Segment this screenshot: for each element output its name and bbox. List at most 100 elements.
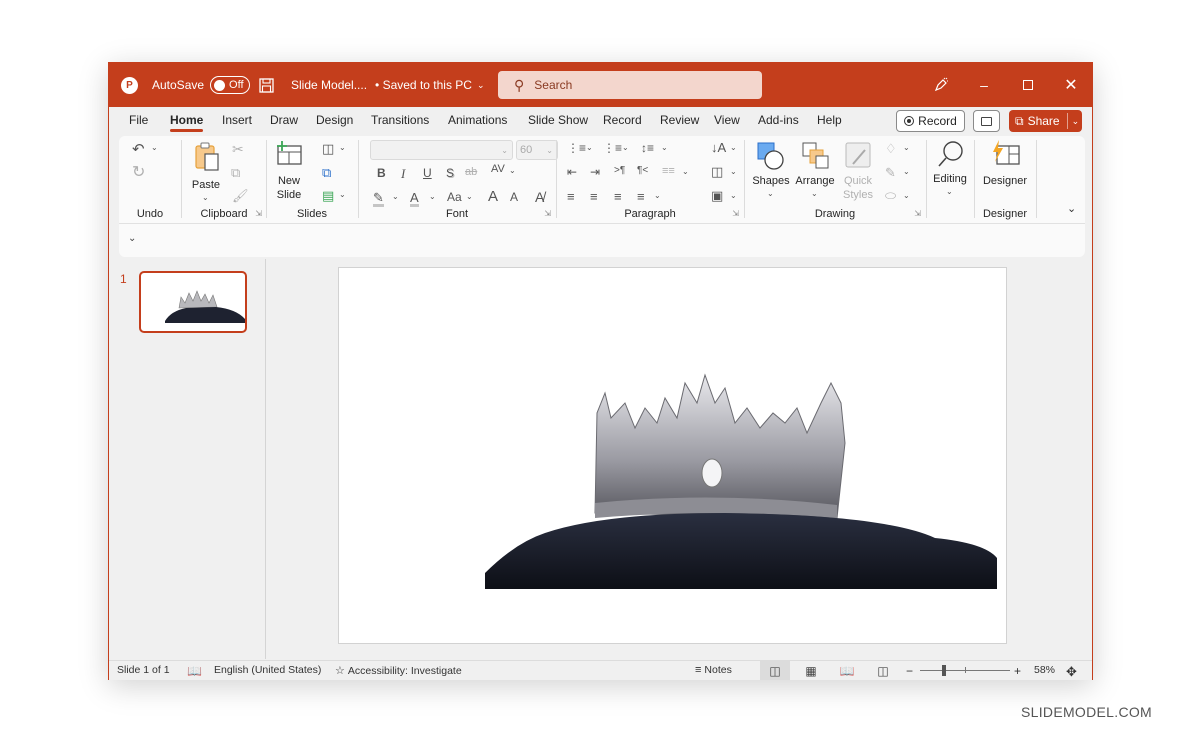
increase-indent-icon[interactable]: ⇥ (590, 166, 600, 178)
chevron-down-icon[interactable]: ⌄ (151, 144, 158, 152)
paste-button[interactable]: Paste ⌄ (188, 140, 224, 202)
columns-icon[interactable]: ≡≡ (662, 166, 675, 177)
reading-view-button[interactable]: 📖 (832, 661, 862, 680)
text-direction-icon[interactable]: ↓A (711, 141, 726, 154)
font-color-icon[interactable]: A (410, 191, 419, 207)
editing-button[interactable]: Editing ⌄ (929, 140, 971, 204)
tab-view[interactable]: View (714, 113, 740, 127)
dialog-launcher-icon[interactable]: ⇲ (732, 209, 739, 218)
chevron-down-icon[interactable]: ⌄ (339, 191, 346, 199)
align-left-icon[interactable]: ≡ (567, 190, 575, 203)
font-size-select[interactable]: 60 ⌄ (516, 140, 558, 160)
slideshow-button[interactable]: ◫ (868, 661, 898, 680)
zoom-level[interactable]: 58% (1034, 664, 1055, 676)
align-text-icon[interactable]: ◫ (711, 165, 723, 178)
numbering-icon[interactable]: ⋮≡ (603, 142, 622, 154)
shape-outline-icon[interactable]: ✎ (885, 166, 896, 179)
align-center-icon[interactable]: ≡ (590, 190, 598, 203)
shrink-font-button[interactable]: A (510, 191, 518, 203)
spellcheck-icon[interactable]: 📖 (187, 664, 202, 678)
chevron-down-icon[interactable]: ⌄ (682, 168, 689, 176)
dialog-launcher-icon[interactable]: ⇲ (914, 209, 921, 218)
comments-button[interactable] (973, 110, 1000, 132)
italic-button[interactable]: I (401, 167, 405, 180)
reset-icon[interactable]: ⧉ (322, 166, 331, 179)
tab-review[interactable]: Review (660, 113, 699, 127)
pane-divider[interactable] (265, 259, 266, 659)
chevron-down-icon[interactable]: ⌄ (622, 144, 629, 152)
chevron-down-icon[interactable]: ⌄ (466, 193, 473, 201)
character-spacing-button[interactable]: AV (491, 164, 505, 175)
zoom-out-button[interactable]: − (906, 664, 913, 678)
shadow-button[interactable]: S (446, 167, 454, 179)
autosave-control[interactable]: AutoSave Off (152, 63, 251, 107)
fit-to-window-icon[interactable]: ✥ (1066, 664, 1077, 680)
accessibility-status[interactable]: ☆ Accessibility: Investigate (335, 664, 462, 678)
tab-add-ins[interactable]: Add-ins (758, 113, 799, 127)
maximize-button[interactable] (1006, 63, 1050, 107)
redo-icon[interactable]: ↻ (132, 165, 145, 181)
tab-animations[interactable]: Animations (448, 113, 507, 127)
close-button[interactable]: ✕ (1049, 63, 1093, 107)
language-status[interactable]: English (United States) (214, 664, 321, 676)
tab-design[interactable]: Design (316, 113, 353, 127)
bullets-icon[interactable]: ⋮≡ (567, 142, 586, 154)
section-icon[interactable]: ▤ (322, 189, 334, 202)
align-right-icon[interactable]: ≡ (614, 190, 622, 203)
clear-formatting-icon[interactable]: A̸ (535, 190, 544, 204)
notes-button[interactable]: ≡ Notes (695, 664, 732, 676)
grow-font-button[interactable]: A (488, 189, 498, 204)
record-button[interactable]: Record (896, 110, 965, 132)
bold-button[interactable]: B (377, 167, 386, 179)
document-title[interactable]: Slide Model.... • Saved to this PC ⌄ (291, 63, 485, 107)
chevron-down-icon[interactable]: ⌄ (730, 168, 737, 176)
font-name-select[interactable]: ⌄ (370, 140, 513, 160)
slide-thumbnail[interactable] (139, 271, 247, 333)
slide-sorter-button[interactable]: ▦ (796, 661, 826, 680)
underline-button[interactable]: U (423, 167, 432, 179)
chevron-down-icon[interactable]: ⌄ (661, 144, 668, 152)
share-button[interactable]: ⧉ Share ⌄ (1009, 110, 1082, 132)
search-box[interactable]: ⚲ Search (498, 71, 762, 99)
layout-icon[interactable]: ◫ (322, 142, 334, 155)
chevron-down-icon[interactable]: ⌄ (654, 192, 661, 200)
chevron-down-icon[interactable]: ⌄ (392, 193, 399, 201)
slide-canvas[interactable] (338, 267, 1007, 644)
decrease-indent-icon[interactable]: ⇤ (567, 166, 577, 178)
slide-counter[interactable]: Slide 1 of 1 (117, 664, 170, 676)
chevron-down-icon[interactable]: ⌄ (730, 192, 737, 200)
dialog-launcher-icon[interactable]: ⇲ (544, 209, 551, 218)
designer-button[interactable]: Designer (979, 140, 1031, 190)
format-painter-icon[interactable]: 🖌 (232, 189, 249, 202)
chevron-down-icon[interactable]: ⌄ (903, 192, 910, 200)
chevron-down-icon[interactable]: ⌄ (1072, 116, 1080, 127)
tab-insert[interactable]: Insert (222, 113, 252, 127)
minimize-button[interactable]: – (962, 63, 1006, 107)
chevron-down-icon[interactable]: ⌄ (903, 144, 910, 152)
zoom-in-button[interactable]: + (1014, 664, 1021, 678)
new-slide-button[interactable]: New Slide (271, 140, 307, 204)
tab-draw[interactable]: Draw (270, 113, 298, 127)
undo-icon[interactable]: ↶ (132, 142, 145, 157)
customize-toolbar-icon[interactable]: ⌄ (128, 233, 136, 244)
quick-styles-button[interactable]: Quick Styles (839, 140, 877, 204)
zoom-slider[interactable] (920, 665, 1010, 676)
arrange-button[interactable]: Arrange ⌄ (794, 140, 836, 204)
smartart-icon[interactable]: ▣ (711, 189, 723, 202)
chevron-down-icon[interactable]: ⌄ (586, 144, 593, 152)
save-icon[interactable] (259, 63, 274, 107)
rtl-icon[interactable]: ¶< (637, 166, 648, 176)
shape-fill-icon[interactable]: ♢ (885, 142, 897, 155)
zoom-slider-thumb[interactable] (942, 665, 946, 676)
strikethrough-button[interactable]: ab (465, 167, 477, 178)
chevron-down-icon[interactable]: ⌄ (429, 193, 436, 201)
tab-file[interactable]: File (129, 113, 148, 127)
chevron-down-icon[interactable]: ⌄ (509, 167, 516, 175)
normal-view-button[interactable]: ◫ (760, 661, 790, 680)
copy-icon[interactable]: ⧉ (231, 166, 240, 179)
change-case-button[interactable]: Aa (447, 191, 462, 203)
tab-slide-show[interactable]: Slide Show (528, 113, 588, 127)
tab-record[interactable]: Record (603, 113, 642, 127)
chevron-down-icon[interactable]: ⌄ (903, 168, 910, 176)
crown-on-pillow-image[interactable] (485, 373, 999, 589)
